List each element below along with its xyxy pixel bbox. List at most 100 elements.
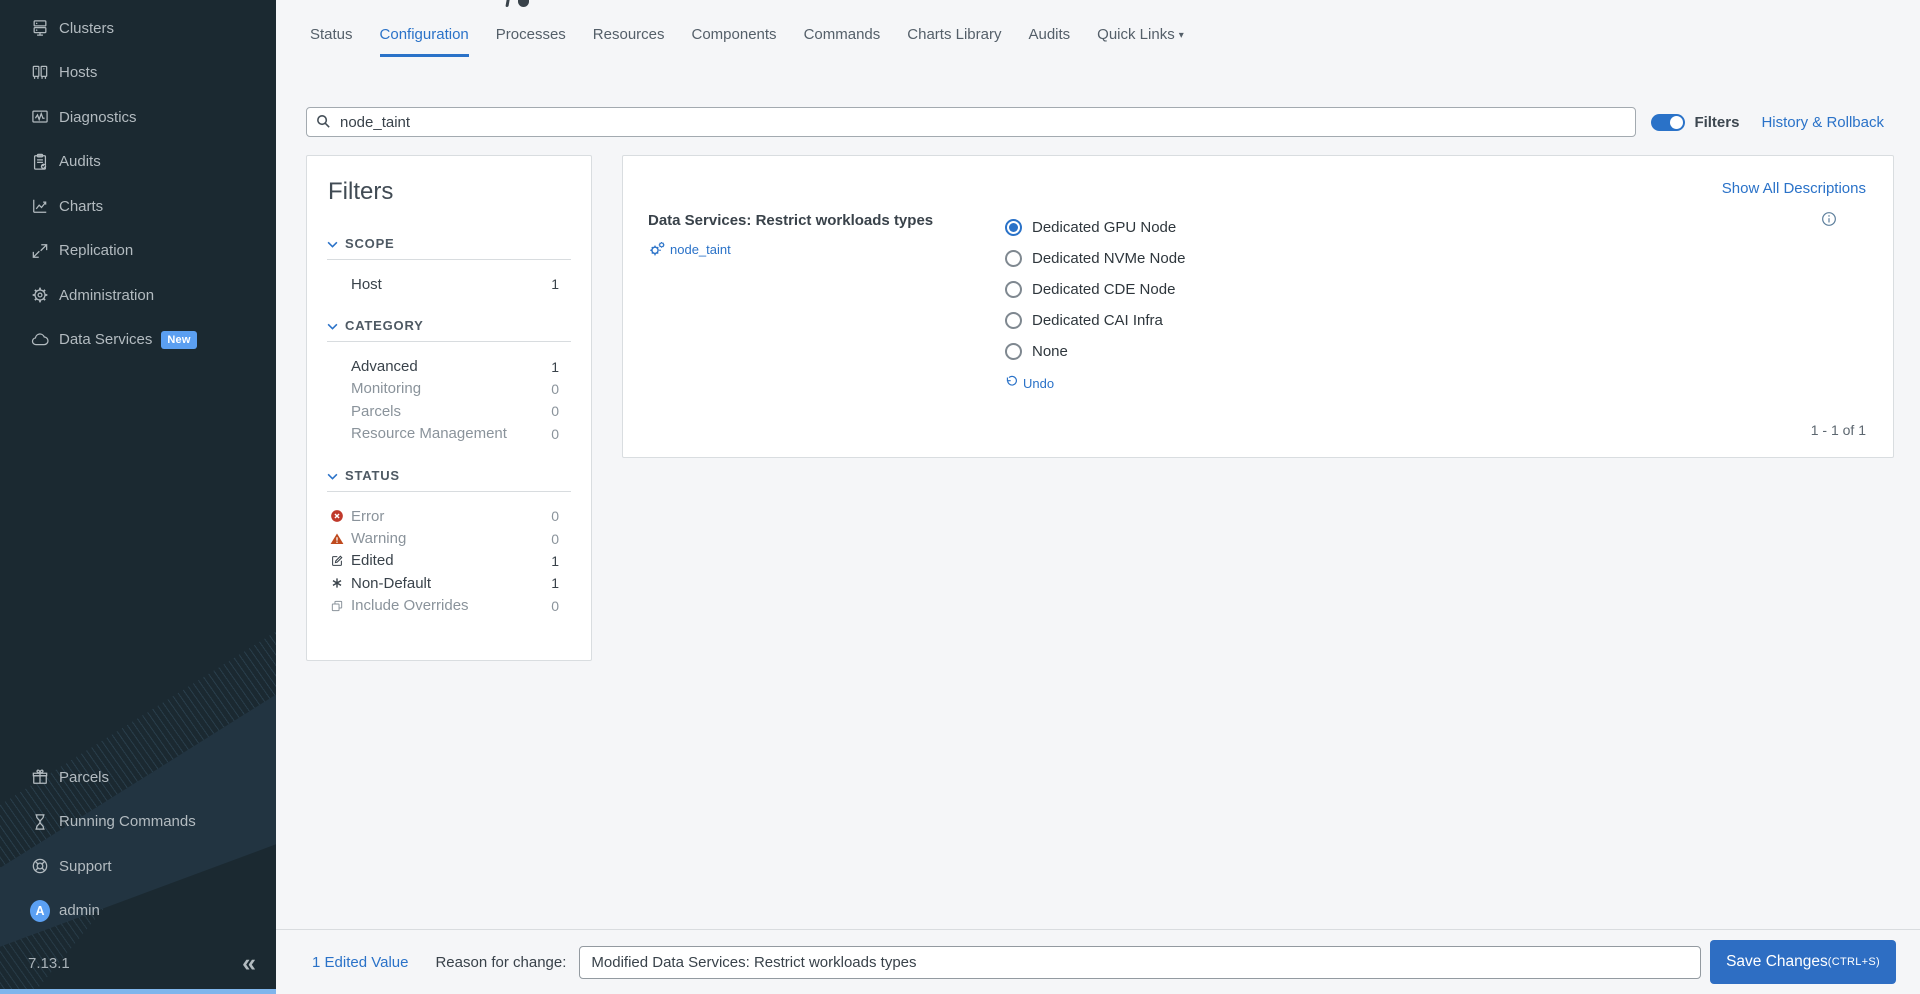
chevron-down-icon bbox=[327, 468, 338, 483]
filters-toggle-label: Filters bbox=[1694, 113, 1740, 131]
filter-item-edited[interactable]: Edited 1 bbox=[327, 550, 571, 572]
property-tag-link[interactable]: node_taint bbox=[648, 241, 1005, 259]
history-rollback-link[interactable]: History & Rollback bbox=[1761, 114, 1884, 131]
content-area: Filters SCOPE Host 1 CATEGORY Advanced 1… bbox=[306, 155, 1894, 661]
radio-button bbox=[1005, 343, 1022, 360]
filters-panel: Filters SCOPE Host 1 CATEGORY Advanced 1… bbox=[306, 155, 592, 661]
tab-audits[interactable]: Audits bbox=[1028, 26, 1070, 57]
pagination-label: 1 - 1 of 1 bbox=[1810, 422, 1866, 438]
filter-item-resource-management[interactable]: Resource Management 0 bbox=[327, 423, 571, 445]
gift-icon bbox=[30, 767, 50, 787]
radio-group: Dedicated GPU Node Dedicated NVMe Node D… bbox=[1005, 212, 1185, 391]
filter-count: 1 bbox=[551, 575, 559, 592]
sidebar-item-label: Parcels bbox=[59, 768, 110, 786]
filter-item-monitoring[interactable]: Monitoring 0 bbox=[327, 378, 571, 400]
sidebar-item-administration[interactable]: Administration bbox=[0, 273, 276, 318]
tab-processes[interactable]: Processes bbox=[496, 26, 566, 57]
filter-count: 0 bbox=[551, 403, 559, 420]
radio-option-dedicated-nvme-node[interactable]: Dedicated NVMe Node bbox=[1005, 243, 1185, 274]
warning-icon bbox=[330, 531, 345, 546]
audits-icon bbox=[30, 152, 50, 172]
charts-icon bbox=[30, 196, 50, 216]
sidebar-item-running-commands[interactable]: Running Commands bbox=[0, 800, 276, 845]
radio-button bbox=[1005, 250, 1022, 267]
radio-option-none[interactable]: None bbox=[1005, 336, 1185, 367]
filter-item-host[interactable]: Host 1 bbox=[327, 273, 571, 295]
sidebar-item-audits[interactable]: Audits bbox=[0, 140, 276, 185]
collapse-sidebar-icon[interactable]: « bbox=[242, 951, 256, 976]
sidebar-item-label: Administration bbox=[59, 286, 155, 304]
undo-link[interactable]: Undo bbox=[1005, 375, 1185, 391]
save-changes-button[interactable]: Save Changes (CTRL+S) bbox=[1710, 940, 1896, 984]
new-badge: New bbox=[161, 331, 197, 349]
search-box bbox=[306, 107, 1637, 137]
tab-resources[interactable]: Resources bbox=[593, 26, 665, 57]
radio-button bbox=[1005, 219, 1022, 236]
show-all-descriptions-link[interactable]: Show All Descriptions bbox=[1722, 180, 1866, 197]
radio-option-dedicated-gpu-node[interactable]: Dedicated GPU Node bbox=[1005, 212, 1185, 243]
filter-count: 0 bbox=[551, 425, 559, 442]
user-avatar: A bbox=[30, 899, 50, 922]
tab-bar: Status Configuration Processes Resources… bbox=[276, 0, 1920, 57]
reason-for-change-label: Reason for change: bbox=[435, 953, 567, 971]
tab-components[interactable]: Components bbox=[692, 26, 777, 57]
filter-section-header[interactable]: SCOPE bbox=[327, 236, 571, 251]
property-name: Data Services: Restrict workloads types bbox=[648, 212, 934, 229]
edited-value-link[interactable]: 1 Edited Value bbox=[312, 954, 408, 971]
info-icon[interactable] bbox=[1821, 211, 1837, 227]
sidebar-item-label: Diagnostics bbox=[59, 108, 137, 126]
filter-section-scope: SCOPE Host 1 bbox=[327, 236, 571, 295]
filter-item-include-overrides[interactable]: Include Overrides 0 bbox=[327, 595, 571, 617]
non-default-icon bbox=[330, 576, 345, 591]
sidebar-item-hosts[interactable]: Hosts bbox=[0, 51, 276, 96]
sidebar-item-label: Audits bbox=[59, 153, 101, 171]
save-shortcut-label: (CTRL+S) bbox=[1827, 956, 1880, 968]
filters-title: Filters bbox=[328, 178, 394, 205]
property-meta: Data Services: Restrict workloads types … bbox=[648, 212, 1005, 391]
filter-item-advanced[interactable]: Advanced 1 bbox=[327, 355, 571, 377]
tab-status[interactable]: Status bbox=[310, 26, 353, 57]
filter-count: 0 bbox=[551, 380, 559, 397]
filter-count: 0 bbox=[551, 530, 559, 547]
sidebar-item-label: Hosts bbox=[59, 64, 98, 82]
filters-toggle[interactable] bbox=[1651, 113, 1686, 131]
filter-item-parcels[interactable]: Parcels 0 bbox=[327, 400, 571, 422]
filter-item-non-default[interactable]: Non-Default 1 bbox=[327, 572, 571, 594]
tab-configuration[interactable]: Configuration bbox=[379, 26, 469, 57]
sidebar-nav-bottom: Parcels Running Commands Support A admin bbox=[0, 755, 276, 933]
undo-icon bbox=[1005, 375, 1018, 391]
sidebar-item-support[interactable]: Support bbox=[0, 844, 276, 889]
filter-section-category: CATEGORY Advanced 1 Monitoring 0 Parcels… bbox=[327, 318, 571, 445]
sidebar-item-replication[interactable]: Replication bbox=[0, 229, 276, 274]
tab-charts-library[interactable]: Charts Library bbox=[907, 26, 1001, 57]
sidebar-item-data-services[interactable]: Data Services New bbox=[0, 318, 276, 363]
filter-count: 0 bbox=[551, 508, 559, 525]
error-icon bbox=[330, 509, 345, 524]
gear-icon bbox=[30, 285, 50, 305]
sidebar-item-label: admin bbox=[59, 902, 100, 920]
sidebar-item-label: Charts bbox=[59, 197, 104, 215]
diagnostics-icon bbox=[30, 107, 50, 127]
reason-for-change-input[interactable] bbox=[579, 945, 1702, 979]
filter-item-error[interactable]: Error 0 bbox=[327, 505, 571, 527]
radio-option-dedicated-cai-infra[interactable]: Dedicated CAI Infra bbox=[1005, 305, 1185, 336]
filter-section-header[interactable]: CATEGORY bbox=[327, 318, 571, 333]
filter-item-warning[interactable]: Warning 0 bbox=[327, 527, 571, 549]
sidebar-item-clusters[interactable]: Clusters bbox=[0, 6, 276, 51]
tab-quick-links[interactable]: Quick Links ▾ bbox=[1097, 26, 1184, 57]
sidebar-item-parcels[interactable]: Parcels bbox=[0, 755, 276, 800]
filter-count: 1 bbox=[551, 276, 559, 293]
include-overrides-icon bbox=[330, 598, 345, 613]
cloud-icon bbox=[30, 330, 50, 350]
sidebar-item-admin[interactable]: A admin bbox=[0, 889, 276, 934]
version-label: 7.13.1 bbox=[28, 955, 70, 972]
filter-section-status: STATUS Error 0 Warning 0 Edited 1 Non-De… bbox=[327, 468, 571, 617]
sidebar-item-charts[interactable]: Charts bbox=[0, 184, 276, 229]
radio-option-dedicated-cde-node[interactable]: Dedicated CDE Node bbox=[1005, 274, 1185, 305]
tab-commands[interactable]: Commands bbox=[804, 26, 881, 57]
horizontal-scrollbar-thumb[interactable] bbox=[0, 989, 276, 994]
filter-count: 1 bbox=[551, 552, 559, 569]
filter-section-header[interactable]: STATUS bbox=[327, 468, 571, 483]
sidebar-item-diagnostics[interactable]: Diagnostics bbox=[0, 95, 276, 140]
search-input[interactable] bbox=[306, 107, 1637, 137]
